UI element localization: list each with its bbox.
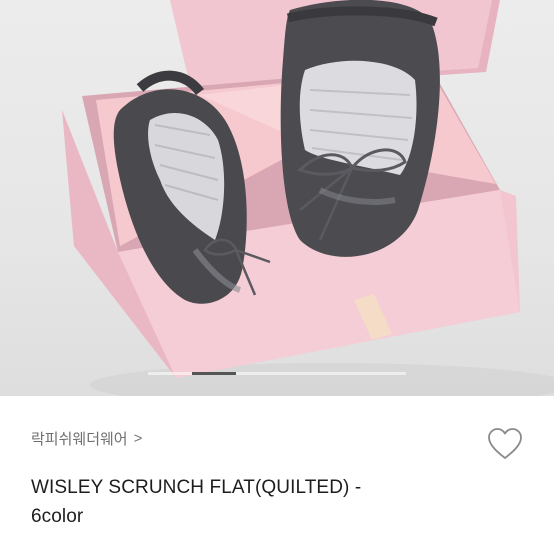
wishlist-button[interactable] xyxy=(486,426,524,462)
carousel-thumb xyxy=(192,372,236,375)
chevron-right-icon[interactable]: > xyxy=(134,430,143,447)
heart-outline-icon[interactable] xyxy=(486,426,524,462)
brand-link[interactable]: 락피쉬웨더웨어 > xyxy=(31,428,142,449)
product-photo xyxy=(62,0,554,396)
product-title-line-1: WISLEY SCRUNCH FLAT(QUILTED) - xyxy=(31,477,362,498)
product-title: WISLEY SCRUNCH FLAT(QUILTED) - 6color xyxy=(31,473,451,531)
brand-name[interactable]: 락피쉬웨더웨어 xyxy=(31,428,128,449)
carousel-progress-indicator xyxy=(0,372,554,375)
product-title-line-2: 6color xyxy=(31,506,84,527)
product-image-carousel[interactable] xyxy=(0,0,554,396)
product-info: 락피쉬웨더웨어 > WISLEY SCRUNCH FLAT(QUILTED) -… xyxy=(0,396,554,554)
carousel-track xyxy=(148,372,406,375)
